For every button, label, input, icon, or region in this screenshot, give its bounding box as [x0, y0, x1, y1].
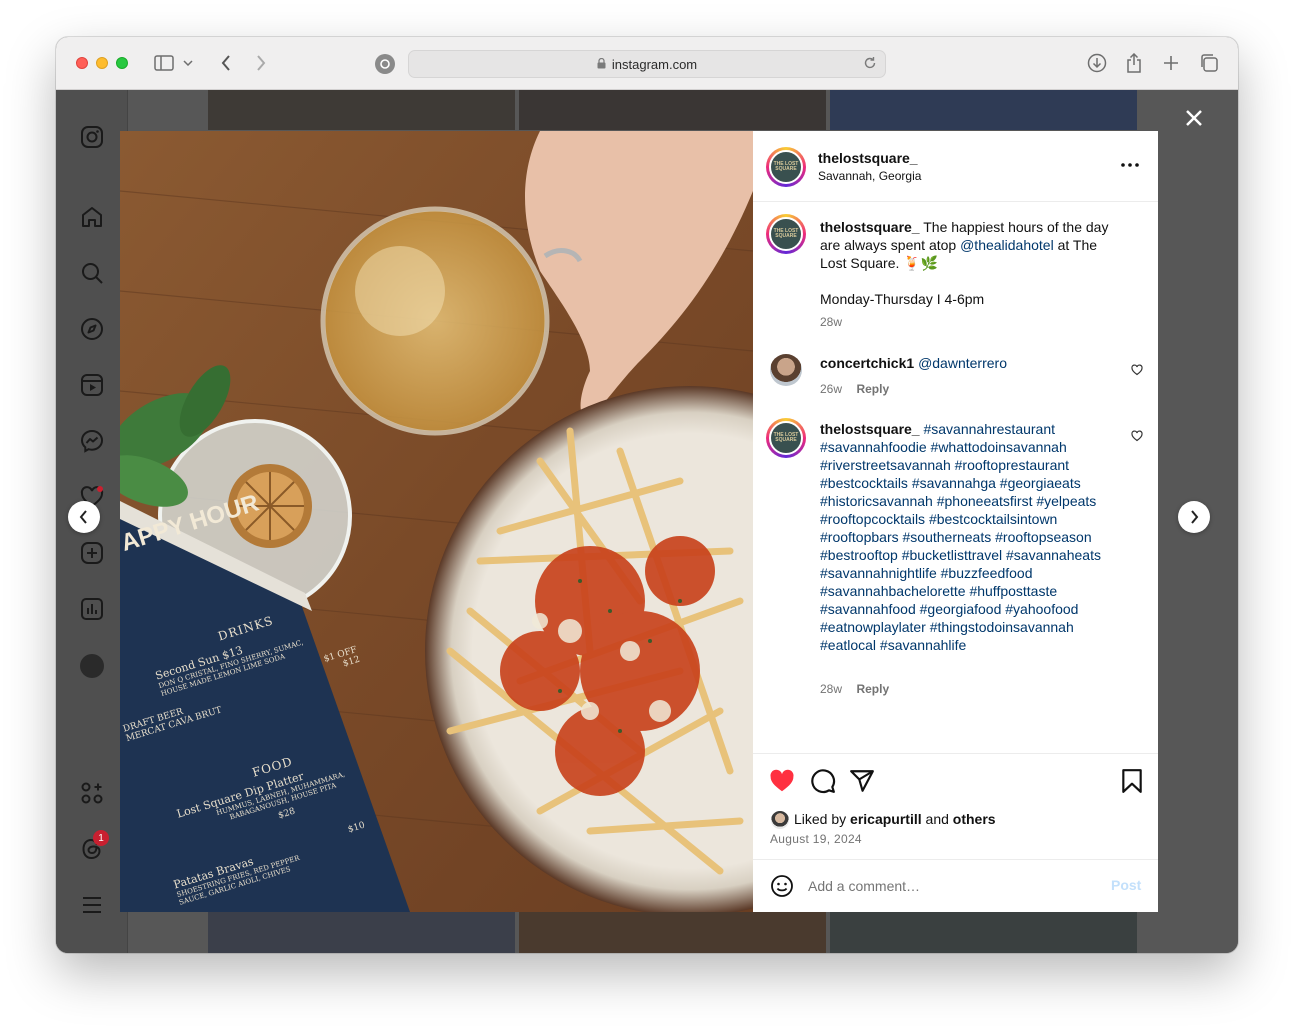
reply-button[interactable]: Reply: [856, 682, 889, 696]
download-icon[interactable]: [1085, 52, 1109, 74]
more-menu-icon[interactable]: [79, 892, 105, 918]
background-grid-tile: [208, 912, 515, 953]
background-grid-tile: [830, 90, 1137, 130]
post-header: THE LOST SQUARE thelostsquare_ Savannah,…: [753, 131, 1158, 202]
browser-window: instagram.com 1 APPY HOUR DRINKS Second …: [56, 37, 1238, 953]
home-icon[interactable]: [79, 204, 105, 230]
caption-schedule: Monday-Thursday I 4-6pm: [820, 291, 985, 307]
post-details-panel: THE LOST SQUARE thelostsquare_ Savannah,…: [753, 131, 1158, 912]
url-text: instagram.com: [611, 56, 698, 72]
emoji-icon[interactable]: [770, 874, 794, 898]
background-grid-tile: [519, 90, 826, 130]
reply-button[interactable]: Reply: [856, 382, 889, 396]
tab-overview-icon[interactable]: [1197, 52, 1221, 74]
page-content: 1 APPY HOUR DRINKS Second Sun $13 DON Q …: [56, 90, 1238, 953]
caption-avatar[interactable]: THE LOST SQUARE: [766, 214, 806, 254]
site-favicon-icon: [375, 54, 395, 74]
browser-toolbar: instagram.com: [56, 37, 1238, 90]
add-comment-bar: Post: [753, 859, 1158, 912]
background-grid-tile: [208, 90, 515, 130]
commenter-avatar[interactable]: THE LOST SQUARE: [766, 418, 806, 458]
save-bookmark-icon[interactable]: [1119, 768, 1145, 794]
reels-icon[interactable]: [79, 372, 105, 398]
chevron-down-icon[interactable]: [180, 52, 196, 74]
sidebar-toggle-icon[interactable]: [152, 52, 176, 74]
dashboard-icon[interactable]: [79, 596, 105, 622]
share-icon[interactable]: [1122, 52, 1146, 74]
like-comment-heart-icon[interactable]: [1131, 429, 1145, 443]
caption-text: thelostsquare_ The happiest hours of the…: [820, 219, 1109, 271]
background-grid-tile: [830, 912, 1137, 953]
reload-icon[interactable]: [863, 56, 877, 73]
notification-badge: 1: [93, 830, 109, 846]
hashtag-comment: thelostsquare_ #savannahrestaurant #sava…: [820, 421, 1101, 653]
post-actions: Liked by ericapurtill and others August …: [753, 753, 1158, 859]
liker-avatar[interactable]: [770, 810, 790, 830]
like-comment-heart-icon[interactable]: [1131, 363, 1145, 377]
post-location[interactable]: Savannah, Georgia: [818, 169, 921, 183]
close-modal-icon[interactable]: [1182, 106, 1206, 130]
mention-link[interactable]: @thealidahotel: [960, 237, 1054, 253]
instagram-logo-icon[interactable]: [79, 124, 105, 150]
create-plus-icon[interactable]: [79, 540, 105, 566]
profile-avatar[interactable]: [79, 653, 105, 679]
comment-bubble-icon[interactable]: [810, 768, 836, 794]
commenter-avatar[interactable]: [770, 354, 802, 386]
like-heart-icon[interactable]: [769, 768, 795, 794]
lock-icon: [597, 57, 606, 72]
more-options-icon[interactable]: [1119, 157, 1141, 173]
threads-icon[interactable]: 1: [79, 830, 109, 862]
post-date: August 19, 2024: [770, 832, 862, 846]
messenger-icon[interactable]: [79, 428, 105, 454]
post-comment-button[interactable]: Post: [1111, 877, 1141, 893]
background-grid-tile: [519, 912, 826, 953]
search-icon[interactable]: [79, 260, 105, 286]
forward-arrow-icon[interactable]: [249, 52, 273, 74]
caption-age: 28w: [820, 315, 843, 329]
comment-meta: 26w Reply: [820, 382, 890, 396]
back-arrow-icon[interactable]: [214, 52, 238, 74]
account-avatar[interactable]: THE LOST SQUARE: [766, 147, 806, 187]
explore-compass-icon[interactable]: [79, 316, 105, 342]
account-username[interactable]: thelostsquare_: [818, 150, 918, 166]
comment-text: concertchick1 @dawnterrero: [820, 355, 1007, 371]
also-from-meta-icon[interactable]: [79, 780, 105, 806]
comment-meta: 28w Reply: [820, 682, 890, 696]
post-photo[interactable]: APPY HOUR DRINKS Second Sun $13 DON Q CR…: [120, 131, 753, 912]
next-post-button[interactable]: [1178, 501, 1210, 533]
address-bar[interactable]: instagram.com: [408, 50, 886, 78]
close-window-button[interactable]: [76, 57, 88, 69]
likes-summary: Liked by ericapurtill and others: [794, 811, 996, 827]
zoom-window-button[interactable]: [116, 57, 128, 69]
add-comment-input[interactable]: [808, 874, 1088, 898]
comments-list: THE LOST SQUARE thelostsquare_ The happi…: [753, 202, 1158, 753]
new-tab-plus-icon[interactable]: [1159, 52, 1183, 74]
minimize-window-button[interactable]: [96, 57, 108, 69]
share-paper-plane-icon[interactable]: [849, 768, 875, 794]
previous-post-button[interactable]: [68, 501, 100, 533]
hashtag-links[interactable]: #savannahrestaurant #savannahfoodie #wha…: [820, 421, 1101, 653]
